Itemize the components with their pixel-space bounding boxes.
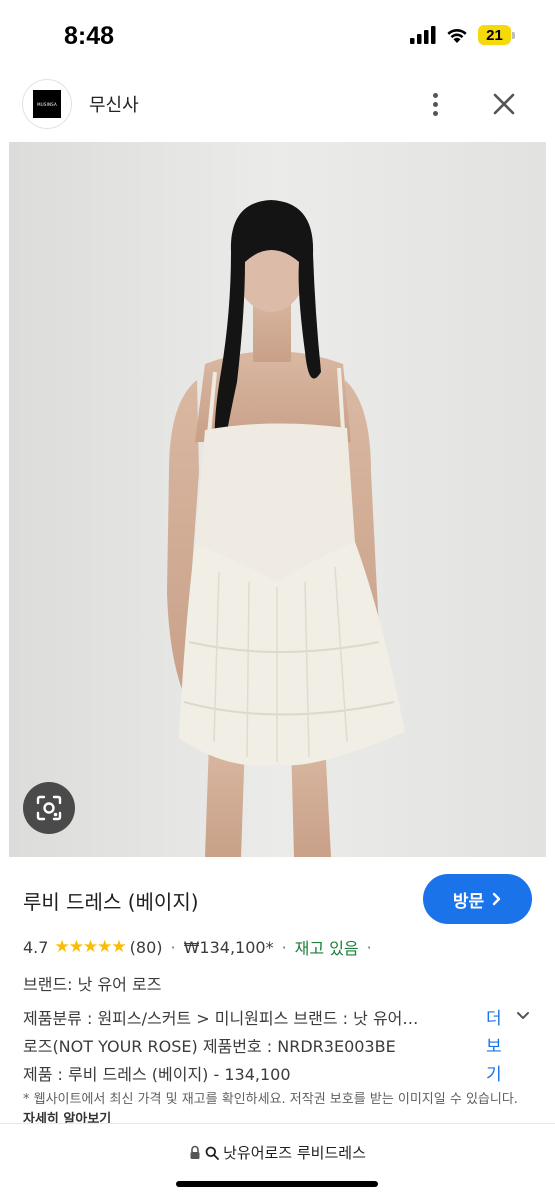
status-time: 8:48 (64, 22, 115, 50)
star-rating-icon: ★★★★★ (54, 937, 126, 957)
musinsa-logo: MUSINSA (23, 80, 71, 128)
visit-button[interactable]: 방문 (423, 874, 532, 924)
lock-icon (190, 1145, 200, 1159)
logo-mark: MUSINSA (33, 90, 61, 118)
product-description: 제품분류 : 원피스/스커트 > 미니원피스 브랜드 : 낫 유어… 로즈(NO… (23, 1005, 483, 1089)
visit-label: 방문 (452, 891, 485, 912)
more-vert-icon (432, 92, 438, 98)
status-bar: 8:48 21 (0, 0, 555, 70)
home-indicator (176, 1181, 378, 1187)
signal-icon (410, 26, 436, 44)
rating-row: 4.7 ★★★★★ (80) · ₩134,100* · 재고 있음 · (23, 937, 372, 958)
rating-value: 4.7 (23, 937, 49, 957)
more-link[interactable]: 더보기 (486, 1005, 506, 1089)
product-title: 루비 드레스 (베이지) (23, 890, 199, 914)
battery-icon: 21 (478, 25, 515, 45)
lens-search-button[interactable] (23, 782, 75, 834)
stock-status: 재고 있음 (294, 939, 359, 958)
chevron-down-icon[interactable] (516, 1011, 530, 1021)
close-button[interactable] (488, 88, 520, 120)
disclaimer-text: * 웹사이트에서 최신 가격 및 재고를 확인하세요. 저작권 보호를 받는 이… (23, 1092, 518, 1107)
product-image[interactable] (9, 142, 546, 857)
description-line: 제품 : 루비 드레스 (베이지) - 134,100 (23, 1065, 291, 1084)
product-photo (9, 142, 546, 857)
app-header: MUSINSA 무신사 (0, 70, 555, 140)
chevron-right-icon (492, 892, 501, 906)
lens-search-icon (36, 795, 62, 821)
price: ₩134,100* (183, 937, 274, 957)
review-count: (80) (129, 937, 163, 957)
description-line: 제품분류 : 원피스/스커트 > 미니원피스 브랜드 : 낫 유어… (23, 1009, 419, 1028)
search-icon (205, 1146, 220, 1160)
battery-level: 21 (478, 25, 511, 45)
url-row: 낫유어로즈 루비드레스 (0, 1142, 555, 1163)
disclaimer-note: * 웹사이트에서 최신 가격 및 재고를 확인하세요. 저작권 보호를 받는 이… (23, 1090, 533, 1125)
description-line: 로즈(NOT YOUR ROSE) 제품번호 : NRDR3E003BE (23, 1037, 396, 1056)
more-options-button[interactable] (420, 88, 450, 120)
url-text: 낫유어로즈 루비드레스 (223, 1144, 366, 1162)
close-icon (493, 93, 515, 115)
app-title: 무신사 (89, 95, 139, 116)
brand-line: 브랜드: 낫 유어 로즈 (23, 975, 162, 994)
wifi-icon (447, 28, 467, 43)
bottom-url-bar[interactable]: 낫유어로즈 루비드레스 (0, 1123, 555, 1201)
status-icons: 21 (410, 25, 515, 45)
